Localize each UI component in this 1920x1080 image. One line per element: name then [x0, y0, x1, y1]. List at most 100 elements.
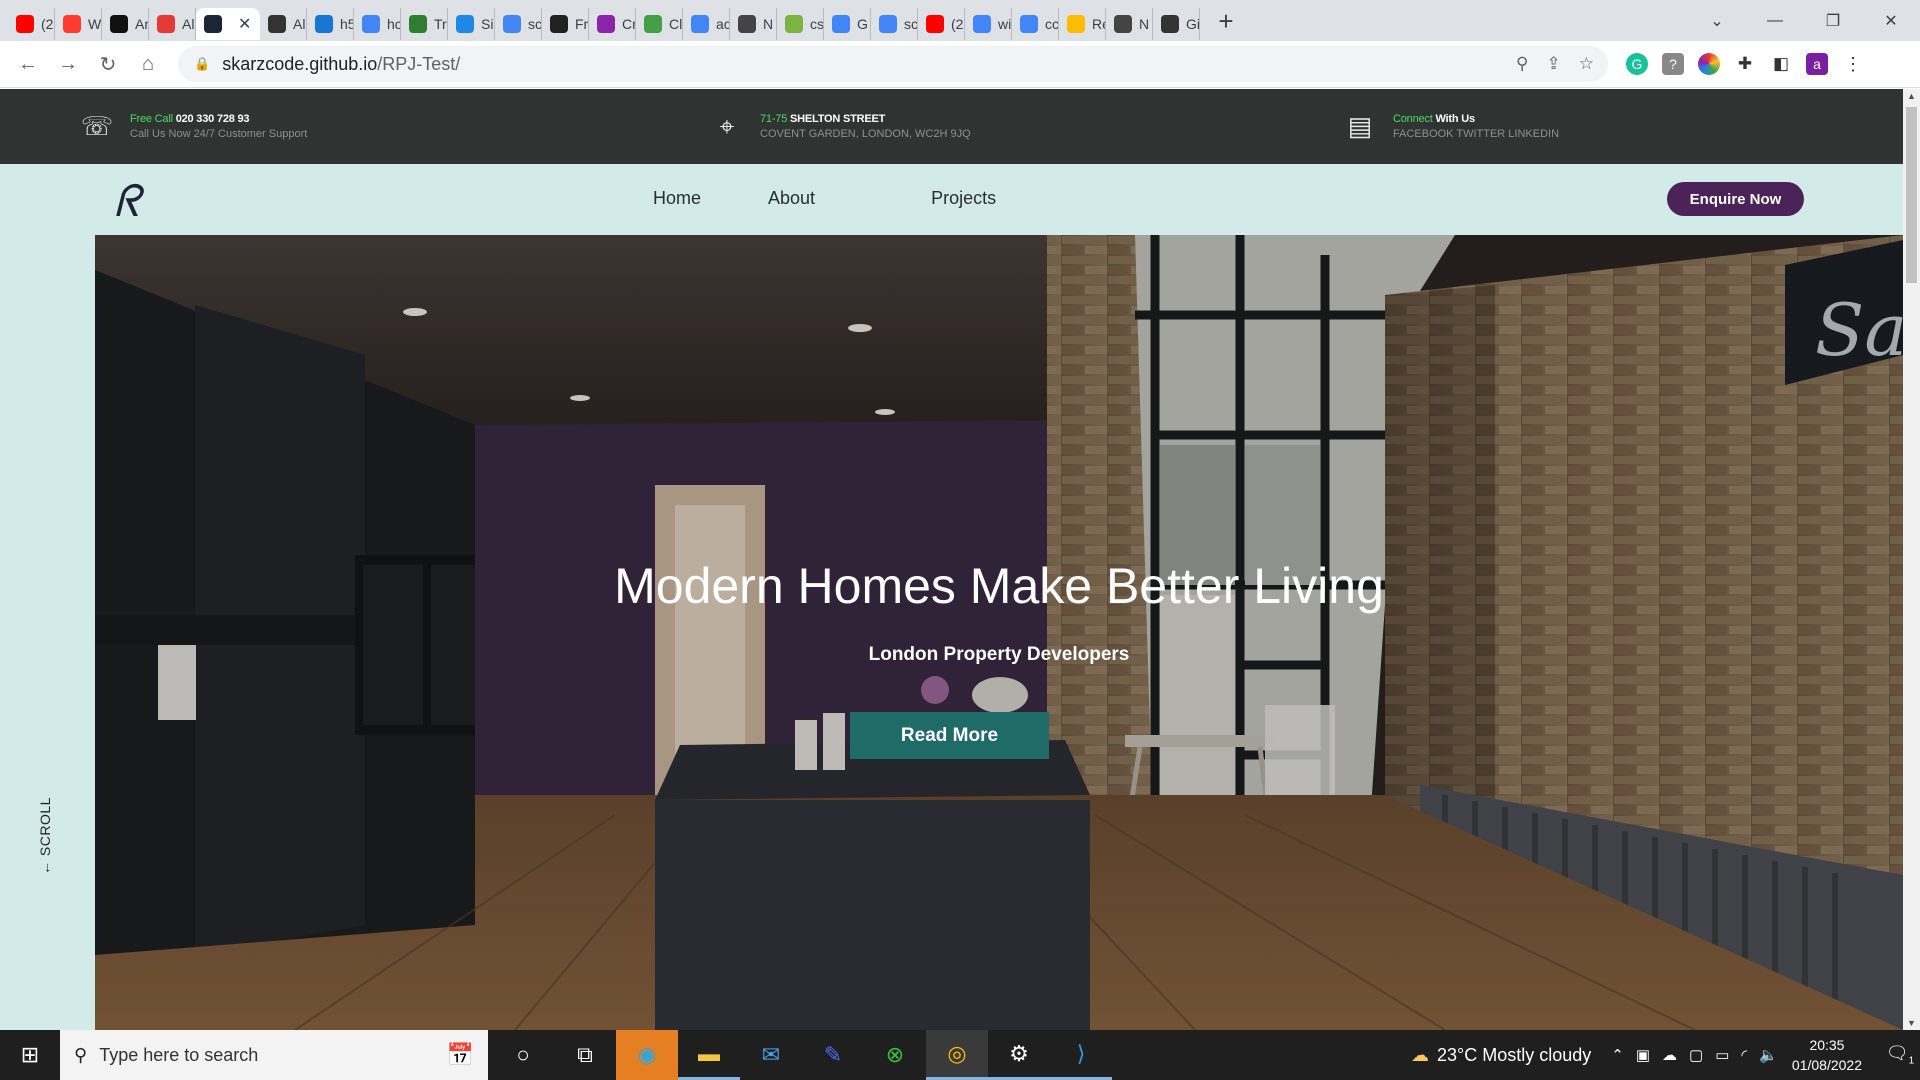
tab[interactable]: (2 — [918, 7, 965, 40]
youtube-play-icon — [63, 14, 81, 33]
side-panel-icon[interactable]: ◧ — [1770, 53, 1792, 75]
zoom-icon[interactable]: ⚲ — [1516, 54, 1528, 74]
tab[interactable]: h5 — [307, 7, 354, 40]
read-more-button[interactable]: Read More — [850, 712, 1049, 759]
tab[interactable]: Fr — [542, 7, 589, 40]
pen-app-icon[interactable]: ✎ — [802, 1030, 864, 1080]
tab[interactable]: Ar — [102, 7, 149, 40]
forward-button[interactable]: → — [48, 53, 88, 76]
task-view-icon[interactable]: ⧉ — [554, 1030, 616, 1080]
clock[interactable]: 20:35 01/08/2022 — [1792, 1035, 1862, 1075]
u-icon — [597, 14, 615, 33]
tab[interactable]: Al — [149, 7, 196, 40]
scroll-indicator[interactable]: ← SCROLL — [37, 797, 53, 875]
google-icon — [973, 14, 991, 33]
tab[interactable]: cs — [777, 7, 824, 40]
tab[interactable]: (2 — [8, 7, 55, 40]
bookmark-star-icon[interactable]: ☆ — [1579, 54, 1594, 74]
tab[interactable]: Cl — [636, 7, 683, 40]
url-text[interactable]: skarzcode.github.io/RPJ-Test/ — [222, 54, 460, 75]
tab[interactable]: Gi — [1153, 7, 1200, 40]
wifi-icon[interactable]: ◜ — [1741, 1046, 1747, 1064]
weather-widget[interactable]: ☁ 23°C Mostly cloudy — [1411, 1045, 1591, 1066]
onedrive-icon[interactable]: ☁ — [1662, 1046, 1677, 1064]
settings-icon[interactable]: ⚙ — [988, 1030, 1050, 1080]
tab[interactable]: cc — [1012, 7, 1059, 40]
sparkle-icon — [785, 14, 803, 33]
amazon-icon — [110, 14, 128, 33]
social-accent: Connect — [1393, 113, 1433, 125]
close-window-button[interactable]: ✕ — [1862, 11, 1920, 31]
chrome-icon[interactable]: ◎ — [926, 1030, 988, 1080]
taskbar-apps: ○ ⧉ ◉ ▬ ✉ ✎ ⊗ ◎ ⚙ ⟩ — [492, 1030, 1112, 1080]
briefcase-icon — [550, 14, 568, 33]
tab[interactable]: N — [730, 7, 777, 40]
volume-icon[interactable]: 🔈 — [1759, 1046, 1778, 1064]
unknown-extension-icon[interactable]: ? — [1662, 53, 1684, 75]
site-logo[interactable]: ᖇ — [114, 176, 140, 227]
tab[interactable]: Si — [448, 7, 495, 40]
mail-icon[interactable]: ✉ — [740, 1030, 802, 1080]
nav-home[interactable]: Home — [653, 188, 701, 209]
left-rail: ← SCROLL — [0, 235, 95, 1030]
file-explorer-icon[interactable]: ▬ — [678, 1030, 740, 1080]
tab[interactable]: Re — [1059, 7, 1106, 40]
social-links[interactable]: FACEBOOK TWITTER LINKEDIN — [1393, 128, 1559, 140]
tab[interactable]: sc — [495, 7, 542, 40]
edge-icon[interactable]: ◉ — [616, 1030, 678, 1080]
tab[interactable]: Tr — [401, 7, 448, 40]
vscode-icon[interactable]: ⟩ — [1050, 1030, 1112, 1080]
nav-about[interactable]: About — [768, 188, 815, 209]
chevron-up-icon[interactable]: ⌃ — [1611, 1046, 1624, 1064]
site-navbar: ᖇ Home About Projects Enquire Now — [0, 164, 1903, 235]
minimize-button[interactable]: — — [1746, 12, 1804, 30]
puzzle-extensions-icon[interactable]: ✚ — [1734, 53, 1756, 75]
tab[interactable]: Cr — [589, 7, 636, 40]
tab[interactable]: N — [1106, 7, 1153, 40]
close-tab-icon[interactable]: ✕ — [238, 14, 251, 34]
tab-active[interactable]: ✕ — [196, 7, 260, 40]
display-icon[interactable]: ▢ — [1689, 1046, 1703, 1064]
restore-button[interactable]: ❐ — [1804, 11, 1862, 31]
new-tab-button[interactable]: + — [1206, 8, 1246, 34]
search-highlight-icon[interactable]: 📅 — [447, 1042, 474, 1068]
scroll-up-arrow[interactable]: ▲ — [1903, 91, 1920, 101]
scroll-down-arrow[interactable]: ▼ — [1903, 1018, 1920, 1028]
tray-icons: ⌃ ▣ ☁ ▢ ▭ ◜ 🔈 — [1611, 1046, 1778, 1064]
back-button[interactable]: ← — [8, 53, 48, 76]
scroll-thumb[interactable] — [1906, 107, 1917, 283]
tab-search-icon[interactable]: ⌄ — [1688, 11, 1746, 31]
enquire-now-button[interactable]: Enquire Now — [1667, 182, 1804, 216]
tab-title: Al — [293, 15, 306, 32]
reload-button[interactable]: ↻ — [88, 52, 128, 77]
menu-kebab-icon[interactable]: ⋮ — [1842, 53, 1864, 75]
w-icon — [409, 14, 427, 33]
tab[interactable]: hc — [354, 7, 401, 40]
nav-projects[interactable]: Projects — [931, 188, 996, 209]
page-scrollbar[interactable]: ▲ ▼ — [1903, 89, 1920, 1030]
cortana-icon[interactable]: ○ — [492, 1030, 554, 1080]
search-placeholder[interactable]: Type here to search — [99, 1045, 258, 1066]
notification-center-icon[interactable]: 🗨1 — [1880, 1043, 1920, 1067]
grammarly-icon[interactable]: G — [1626, 53, 1648, 75]
windows-start-icon[interactable]: ⊞ — [0, 1042, 60, 1068]
tab[interactable]: Al — [260, 7, 307, 40]
color-picker-icon[interactable] — [1698, 53, 1720, 75]
tab[interactable]: W — [55, 7, 102, 40]
home-button[interactable]: ⌂ — [128, 53, 168, 76]
phone-number[interactable]: 020 330 728 93 — [176, 113, 250, 125]
tab[interactable]: G — [824, 7, 871, 40]
lock-icon[interactable]: 🔒 — [194, 56, 210, 72]
tab[interactable]: wi — [965, 7, 1012, 40]
address-bar[interactable]: 🔒 skarzcode.github.io/RPJ-Test/ ⚲ ⇪ ☆ — [178, 46, 1608, 82]
device-icon[interactable]: ▣ — [1636, 1046, 1650, 1064]
share-icon[interactable]: ⇪ — [1547, 54, 1561, 74]
xbox-icon[interactable]: ⊗ — [864, 1030, 926, 1080]
tab[interactable]: ac — [683, 7, 730, 40]
tab-list: (2 W Ar Al ✕ Al h5 hc Tr Si sc Fr Cr Cl ac Ncs Gsc (2 wi cc… — [0, 2, 1200, 40]
battery-icon[interactable]: ▭ — [1715, 1046, 1729, 1064]
profile-avatar[interactable]: a — [1806, 53, 1828, 75]
tab[interactable]: sc — [871, 7, 918, 40]
tab-title: Si — [481, 15, 494, 32]
taskbar-search[interactable]: ⚲ Type here to search 📅 — [60, 1030, 488, 1080]
